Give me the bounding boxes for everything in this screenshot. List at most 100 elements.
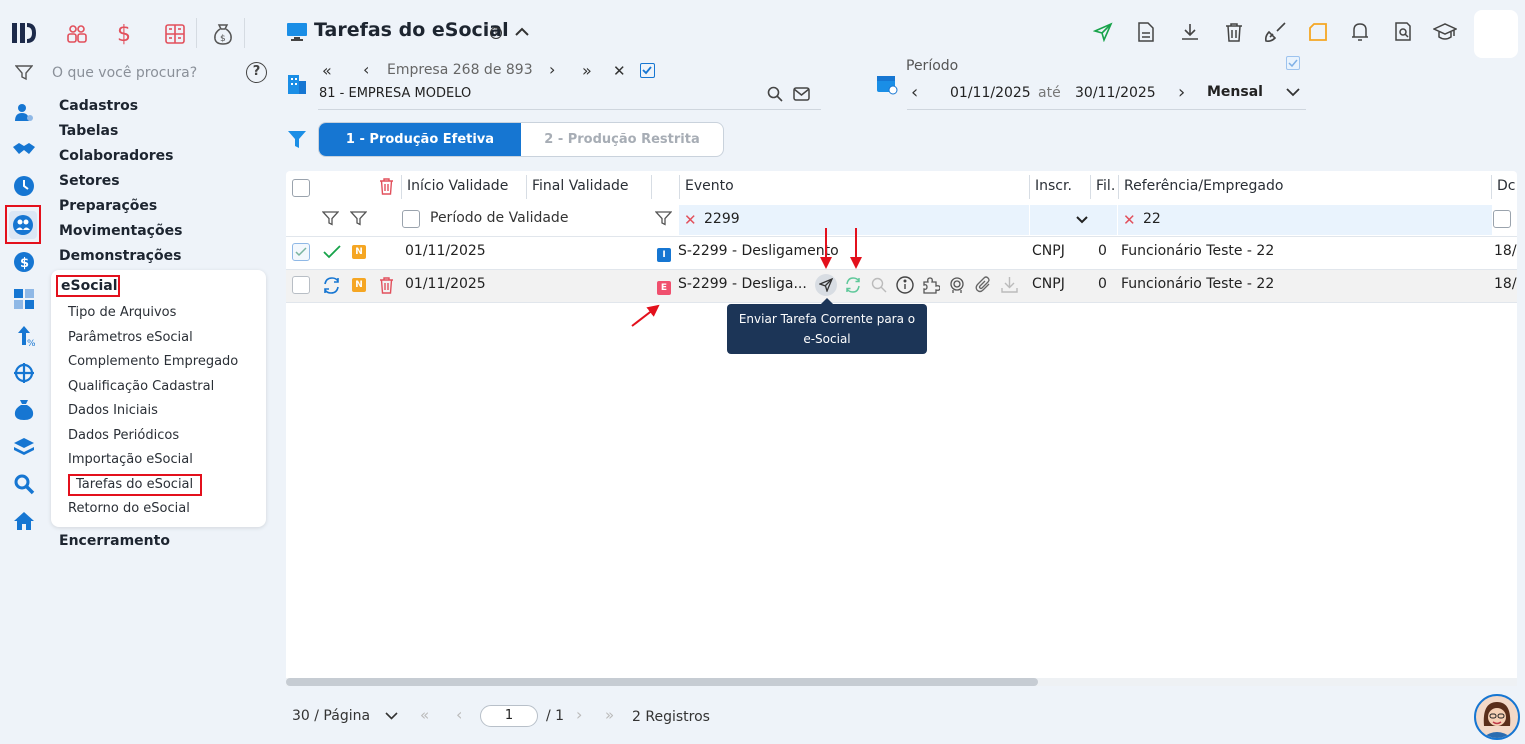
home-icon[interactable] xyxy=(11,508,37,534)
row-trash-icon[interactable] xyxy=(379,277,394,294)
menu-setores[interactable]: Setores xyxy=(59,173,120,189)
next-page-button[interactable]: › xyxy=(576,705,582,724)
filter-icon[interactable] xyxy=(350,211,367,226)
tab-producao-efetiva[interactable]: 1 - Produção Efetiva xyxy=(319,123,521,156)
filter-icon[interactable] xyxy=(655,211,672,226)
arrow-up-percent-icon[interactable]: % xyxy=(11,323,37,349)
dc-filter-checkbox[interactable] xyxy=(1493,210,1511,228)
menu-demonstracoes[interactable]: Demonstrações xyxy=(59,248,181,264)
user-edit-icon[interactable] xyxy=(11,99,37,125)
header-inicio[interactable]: Início Validade xyxy=(407,178,508,194)
first-page-button[interactable]: « xyxy=(420,706,429,724)
submenu-qualificacao[interactable]: Qualificação Cadastral xyxy=(68,379,214,394)
info-icon[interactable]: i xyxy=(490,27,502,39)
menu-preparacoes[interactable]: Preparações xyxy=(59,198,157,214)
submenu-complemento[interactable]: Complemento Empregado xyxy=(68,354,238,369)
first-company-button[interactable]: « xyxy=(322,61,332,80)
search-icon[interactable] xyxy=(767,86,783,102)
last-company-button[interactable]: » xyxy=(582,61,592,80)
menu-encerramento[interactable]: Encerramento xyxy=(59,533,170,549)
handshake-icon[interactable] xyxy=(11,136,37,162)
chevron-up-icon[interactable] xyxy=(514,27,530,37)
header-fil[interactable]: Fil. xyxy=(1096,178,1115,194)
clock-icon[interactable] xyxy=(11,173,37,199)
horizontal-scrollbar[interactable] xyxy=(286,678,1517,686)
ref-filter-input[interactable]: 22 xyxy=(1143,211,1161,227)
submenu-parametros[interactable]: Parâmetros eSocial xyxy=(68,330,193,345)
page-input[interactable]: 1 xyxy=(480,705,538,727)
chevron-down-icon[interactable] xyxy=(1285,87,1301,97)
filter-icon[interactable] xyxy=(322,211,339,226)
header-evento[interactable]: Evento xyxy=(685,178,734,194)
network-icon[interactable] xyxy=(11,360,37,386)
money-bag-icon[interactable]: $ xyxy=(213,22,233,46)
download-icon[interactable] xyxy=(1178,20,1202,44)
submenu-importacao[interactable]: Importação eSocial xyxy=(68,452,193,467)
menu-cadastros[interactable]: Cadastros xyxy=(59,98,138,114)
row-checkbox[interactable] xyxy=(292,243,310,261)
select-all-checkbox[interactable] xyxy=(292,179,310,197)
mail-icon[interactable] xyxy=(793,87,810,101)
puzzle-icon[interactable] xyxy=(922,276,940,294)
period-checkbox[interactable] xyxy=(1286,56,1300,70)
menu-esocial[interactable]: eSocial xyxy=(61,278,118,294)
bag-icon[interactable] xyxy=(11,397,37,423)
note-icon[interactable] xyxy=(1306,20,1330,44)
coin-icon[interactable]: $ xyxy=(11,249,37,275)
period-start[interactable]: 01/11/2025 xyxy=(950,85,1031,101)
chevron-down-icon[interactable] xyxy=(1076,216,1088,224)
report-search-icon[interactable] xyxy=(1391,20,1415,44)
per-page-select[interactable]: 30 / Página xyxy=(292,708,370,724)
calculator-blue-icon[interactable] xyxy=(11,286,37,312)
search-input[interactable]: O que você procura? xyxy=(52,65,197,81)
clear-filter-icon[interactable]: ✕ xyxy=(1123,211,1136,229)
close-icon[interactable]: ✕ xyxy=(613,62,626,80)
company-checkbox[interactable] xyxy=(640,63,655,78)
people-icon[interactable] xyxy=(66,23,88,45)
search-blue-icon[interactable] xyxy=(11,471,37,497)
submenu-dados-periodicos[interactable]: Dados Periódicos xyxy=(68,428,179,443)
download-row-icon[interactable] xyxy=(1001,276,1018,293)
layers-icon[interactable] xyxy=(11,434,37,460)
collaborators-icon[interactable] xyxy=(9,211,37,239)
submenu-retorno[interactable]: Retorno do eSocial xyxy=(68,501,190,516)
attachment-icon[interactable] xyxy=(975,276,992,294)
period-mode-select[interactable]: Mensal xyxy=(1207,84,1263,100)
row-checkbox[interactable] xyxy=(292,276,310,294)
submenu-tarefas[interactable]: Tarefas do eSocial xyxy=(76,477,193,492)
periodo-checkbox[interactable] xyxy=(402,210,420,228)
document-icon[interactable] xyxy=(1134,20,1158,44)
header-final[interactable]: Final Validade xyxy=(532,178,629,194)
graduation-icon[interactable] xyxy=(1433,20,1457,44)
help-icon[interactable]: ? xyxy=(246,62,267,83)
prev-company-button[interactable]: ‹ xyxy=(363,60,369,79)
send-icon[interactable] xyxy=(1091,20,1115,44)
prev-page-button[interactable]: ‹ xyxy=(456,705,462,724)
zoom-icon[interactable] xyxy=(871,277,887,293)
last-page-button[interactable]: » xyxy=(605,706,614,724)
calculator-icon[interactable] xyxy=(164,23,186,45)
trash-icon[interactable] xyxy=(1222,20,1246,44)
bell-icon[interactable] xyxy=(1348,20,1372,44)
submenu-dados-iniciais[interactable]: Dados Iniciais xyxy=(68,403,158,418)
trash-header-icon[interactable] xyxy=(379,178,394,195)
avatar[interactable] xyxy=(1474,694,1520,740)
broom-icon[interactable] xyxy=(1264,20,1288,44)
header-dc[interactable]: Dc xyxy=(1497,178,1515,194)
prev-period-button[interactable]: ‹ xyxy=(911,82,918,103)
user-box[interactable] xyxy=(1474,10,1518,58)
period-end[interactable]: 30/11/2025 xyxy=(1075,85,1156,101)
chevron-down-icon[interactable] xyxy=(385,712,398,720)
tab-producao-restrita[interactable]: 2 - Produção Restrita xyxy=(521,123,723,156)
scrollbar-thumb[interactable] xyxy=(286,678,1038,686)
submenu-tipo-arquivos[interactable]: Tipo de Arquivos xyxy=(68,305,176,320)
head-icon[interactable] xyxy=(948,276,966,294)
dollar-icon[interactable]: $ xyxy=(117,22,131,47)
info-row-icon[interactable] xyxy=(896,276,914,294)
funnel-icon[interactable] xyxy=(287,130,307,150)
next-company-button[interactable]: › xyxy=(549,60,555,79)
header-inscr[interactable]: Inscr. xyxy=(1035,178,1072,194)
next-period-button[interactable]: › xyxy=(1178,82,1185,103)
header-ref[interactable]: Referência/Empregado xyxy=(1124,178,1283,194)
menu-colaboradores[interactable]: Colaboradores xyxy=(59,148,174,164)
